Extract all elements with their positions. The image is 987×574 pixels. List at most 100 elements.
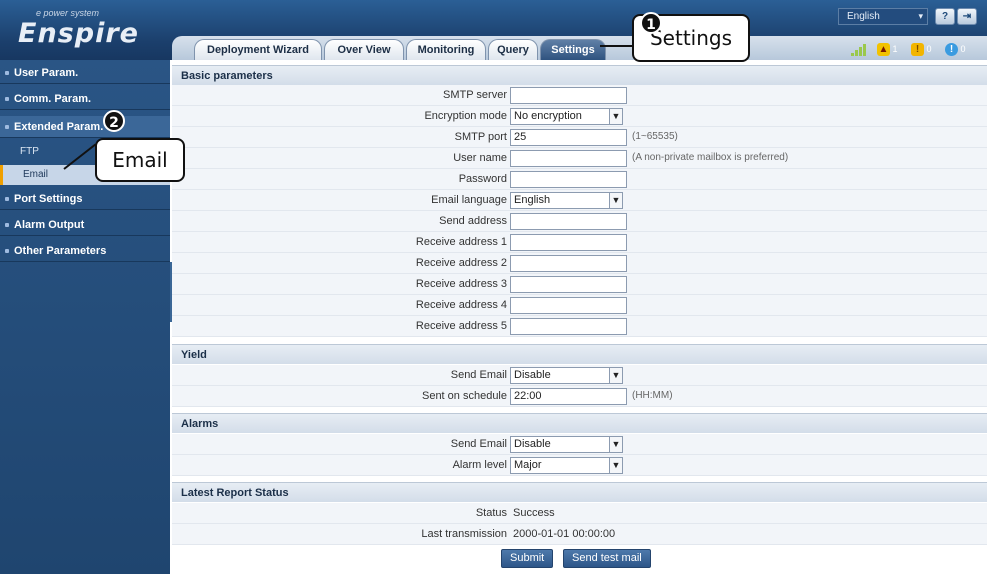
tab-settings[interactable]: Settings <box>540 39 606 60</box>
schedule-input[interactable]: 22:00 <box>510 388 627 405</box>
email-language-value: English <box>514 194 551 206</box>
minor-alarm-icon: ! <box>911 43 924 56</box>
yield-send-email-value: Disable <box>514 369 551 381</box>
row-smtp-port: SMTP port 25 (1~65535) <box>172 127 987 148</box>
password-input[interactable] <box>510 171 627 188</box>
sidebar-item-label: Port Settings <box>14 193 83 205</box>
yield-send-email-label: Send Email <box>450 369 507 381</box>
status-label: Status <box>475 507 507 519</box>
step-2-badge: 2 <box>103 110 125 132</box>
alarm-status-bar: ▲ 1 ! 0 ! 0 <box>845 41 987 57</box>
sidebar-item-user-param[interactable]: User Param. <box>0 62 170 84</box>
expand-icon <box>5 197 9 201</box>
alarm-level-label: Alarm level <box>452 459 507 471</box>
smtp-port-input[interactable]: 25 <box>510 129 627 146</box>
tab-over-view[interactable]: Over View <box>324 39 404 60</box>
user-name-label: User name <box>453 152 507 164</box>
alarm-level-select[interactable]: Major ▼ <box>510 457 623 474</box>
row-receive-address-4: Receive address 4 <box>172 295 987 316</box>
sidebar-item-label: Comm. Param. <box>14 93 92 105</box>
smtp-server-label: SMTP server <box>443 89 507 101</box>
section-basic-parameters: Basic parameters <box>172 65 987 85</box>
sidebar-item-other-parameters[interactable]: Other Parameters <box>0 240 170 262</box>
receive-address-1-input[interactable] <box>510 234 627 251</box>
row-alarms-send-email: Send Email Disable ▼ <box>172 434 987 455</box>
expand-icon <box>5 249 9 253</box>
smtp-port-label: SMTP port <box>454 131 507 143</box>
sidebar-item-comm-param[interactable]: Comm. Param. <box>0 88 170 110</box>
receive-address-5-input[interactable] <box>510 318 627 335</box>
row-smtp-server: SMTP server <box>172 85 987 106</box>
send-address-input[interactable] <box>510 213 627 230</box>
section-yield: Yield <box>172 344 987 364</box>
row-user-name: User name (A non-private mailbox is pref… <box>172 148 987 169</box>
major-alarm-count: 1 <box>892 44 898 54</box>
row-sent-on-schedule: Sent on schedule 22:00 (HH:MM) <box>172 386 987 407</box>
sidebar-item-alarm-output[interactable]: Alarm Output <box>0 214 170 236</box>
encryption-mode-select[interactable]: No encryption ▼ <box>510 108 623 125</box>
sidebar-item-port-settings[interactable]: Port Settings <box>0 188 170 210</box>
logout-icon[interactable]: ⇥ <box>957 8 977 25</box>
row-yield-send-email: Send Email Disable ▼ <box>172 365 987 386</box>
row-email-language: Email language English ▼ <box>172 190 987 211</box>
chevron-down-icon: ▼ <box>609 109 622 124</box>
receive-address-2-input[interactable] <box>510 255 627 272</box>
password-label: Password <box>458 173 507 185</box>
user-name-hint: (A non-private mailbox is preferred) <box>632 152 789 163</box>
info-alarm-icon: ! <box>945 43 958 56</box>
signal-strength-icon <box>851 44 867 56</box>
language-select[interactable]: English ▾ <box>838 8 928 25</box>
sidebar-item-label: Alarm Output <box>14 219 85 231</box>
status-value: Success <box>513 507 555 519</box>
last-transmission-label: Last transmission <box>421 528 507 540</box>
major-alarm-indicator[interactable]: ▲ 1 <box>877 42 898 56</box>
row-encryption-mode: Encryption mode No encryption ▼ <box>172 106 987 127</box>
help-icon[interactable]: ? <box>935 8 955 25</box>
callout-email-text: Email <box>112 148 168 172</box>
sidebar-item-extended-param[interactable]: Extended Param. <box>0 116 170 138</box>
chevron-down-icon: ▾ <box>918 11 923 21</box>
tab-deployment-wizard[interactable]: Deployment Wizard <box>194 39 322 60</box>
sidebar-item-label: User Param. <box>14 67 79 79</box>
yield-send-email-select[interactable]: Disable ▼ <box>510 367 623 384</box>
smtp-server-input[interactable] <box>510 87 627 104</box>
callout-settings-text: Settings <box>649 26 733 50</box>
email-language-label: Email language <box>431 194 507 206</box>
smtp-port-hint: (1~65535) <box>632 131 678 142</box>
minor-alarm-count: 0 <box>926 44 932 54</box>
minor-alarm-indicator[interactable]: ! 0 <box>911 42 932 56</box>
receive-address-4-input[interactable] <box>510 297 627 314</box>
user-name-input[interactable] <box>510 150 627 167</box>
row-receive-address-2: Receive address 2 <box>172 253 987 274</box>
send-address-label: Send address <box>439 215 507 227</box>
language-value: English <box>847 11 880 22</box>
receive-address-3-label: Receive address 3 <box>415 278 507 290</box>
receive-address-4-label: Receive address 4 <box>415 299 507 311</box>
expand-icon <box>5 223 9 227</box>
tab-monitoring[interactable]: Monitoring <box>406 39 486 60</box>
chevron-down-icon: ▼ <box>609 193 622 208</box>
section-alarms: Alarms <box>172 413 987 433</box>
tab-query[interactable]: Query <box>488 39 538 60</box>
logo-subtitle: e power system <box>36 8 100 18</box>
step-1-badge: 1 <box>640 12 662 34</box>
row-receive-address-1: Receive address 1 <box>172 232 987 253</box>
email-language-select[interactable]: English ▼ <box>510 192 623 209</box>
submit-button[interactable]: Submit <box>501 549 554 568</box>
callout-arrow-settings <box>600 45 636 47</box>
alarm-level-value: Major <box>514 459 542 471</box>
row-receive-address-3: Receive address 3 <box>172 274 987 295</box>
collapse-icon <box>5 125 9 129</box>
alarms-send-email-select[interactable]: Disable ▼ <box>510 436 623 453</box>
warning-alarm-count: 0 <box>960 44 966 54</box>
encryption-mode-value: No encryption <box>514 110 582 122</box>
chevron-down-icon: ▼ <box>609 368 622 383</box>
expand-icon <box>5 97 9 101</box>
section-latest-report-status: Latest Report Status <box>172 482 987 502</box>
warning-alarm-indicator[interactable]: ! 0 <box>945 42 966 56</box>
send-test-mail-button[interactable]: Send test mail <box>563 549 651 568</box>
sidebar-item-label: Other Parameters <box>14 245 107 257</box>
receive-address-3-input[interactable] <box>510 276 627 293</box>
expand-icon <box>5 71 9 75</box>
receive-address-1-label: Receive address 1 <box>415 236 507 248</box>
